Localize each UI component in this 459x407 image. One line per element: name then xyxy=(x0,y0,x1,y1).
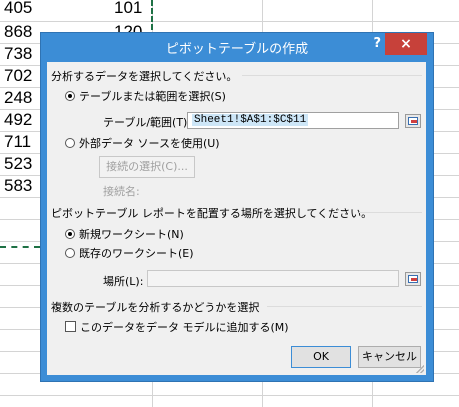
table-range-value: Sheet1!$A$1:$C$11 xyxy=(192,114,309,126)
copy-selection-border xyxy=(0,246,40,248)
location-input[interactable] xyxy=(147,270,399,287)
section-multiple-tables: 複数のテーブルを分析するかどうかを選択 xyxy=(51,301,260,314)
cell-a[interactable]: 492 xyxy=(4,109,32,131)
section-location: ピボットテーブル レポートを配置する場所を選択してください。 xyxy=(51,207,373,220)
cell-a[interactable]: 702 xyxy=(4,65,32,87)
existing-worksheet-radio-label[interactable]: 既存のワークシート(E) xyxy=(79,245,194,261)
external-source-radio[interactable] xyxy=(65,138,75,148)
location-selector-icon[interactable] xyxy=(405,272,421,286)
table-range-radio[interactable] xyxy=(65,91,75,101)
choose-connection-button[interactable]: 接続の選択(C)... xyxy=(99,156,195,178)
help-icon[interactable]: ? xyxy=(373,36,381,51)
dialog-body: 分析するデータを選択してください。 テーブルまたは範囲を選択(S) テーブル/範… xyxy=(47,62,426,375)
table-range-label: テーブル/範囲(T): xyxy=(103,116,192,129)
copy-selection-border xyxy=(151,0,153,30)
table-range-radio-label[interactable]: テーブルまたは範囲を選択(S) xyxy=(79,88,226,104)
cell-a[interactable]: 405 xyxy=(4,0,32,19)
new-worksheet-radio[interactable] xyxy=(65,229,75,239)
close-button[interactable]: × xyxy=(385,33,427,55)
add-to-data-model-checkbox[interactable] xyxy=(65,321,76,332)
cell-a[interactable]: 738 xyxy=(4,43,32,65)
table-range-input[interactable]: Sheet1!$A$1:$C$11 xyxy=(187,112,399,129)
cell-a[interactable]: 248 xyxy=(4,87,32,109)
row-line xyxy=(0,395,459,396)
divider xyxy=(242,75,422,76)
cell-a[interactable]: 583 xyxy=(4,175,32,197)
resize-grip-icon[interactable] xyxy=(416,365,424,373)
cell-b[interactable]: 101 xyxy=(114,0,142,19)
location-label: 場所(L): xyxy=(103,275,144,288)
title-bar[interactable]: ピボットテーブルの作成 ? × xyxy=(41,33,433,61)
cell-a[interactable]: 711 xyxy=(4,131,31,153)
divider xyxy=(359,212,422,213)
range-selector-icon[interactable] xyxy=(405,114,421,128)
section-choose-data: 分析するデータを選択してください。 xyxy=(51,70,238,83)
ok-button[interactable]: OK xyxy=(291,346,351,368)
create-pivottable-dialog: ピボットテーブルの作成 ? × 分析するデータを選択してください。 テーブルまた… xyxy=(40,32,434,382)
row-line xyxy=(0,21,459,22)
cancel-button[interactable]: キャンセル xyxy=(358,346,421,368)
connection-name-label: 接続名: xyxy=(103,185,140,198)
new-worksheet-radio-label[interactable]: 新規ワークシート(N) xyxy=(79,226,184,242)
external-source-radio-label[interactable]: 外部データ ソースを使用(U) xyxy=(79,135,220,151)
existing-worksheet-radio[interactable] xyxy=(65,248,75,258)
cell-a[interactable]: 523 xyxy=(4,153,32,175)
divider xyxy=(267,306,422,307)
add-to-data-model-label[interactable]: このデータをデータ モデルに追加する(M) xyxy=(80,319,289,335)
cell-a[interactable]: 868 xyxy=(4,21,32,43)
